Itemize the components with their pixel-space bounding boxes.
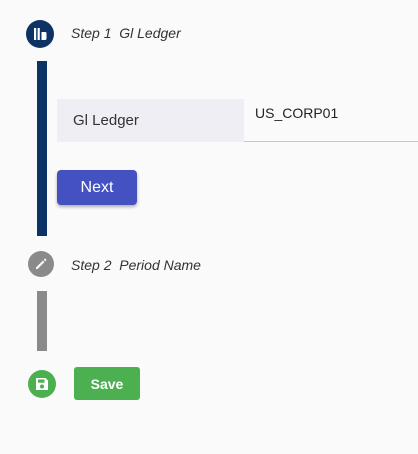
- gl-ledger-field[interactable]: US_CORP01: [244, 99, 418, 142]
- save-button[interactable]: Save: [74, 367, 140, 400]
- pencil-icon: [36, 258, 47, 269]
- ledger-icon: [34, 28, 47, 40]
- step1-title: Step 1 Gl Ledger: [71, 25, 181, 41]
- step1-rail: [37, 61, 47, 236]
- save-icon: [28, 370, 56, 398]
- floppy-icon: [36, 378, 48, 390]
- gl-ledger-label: Gl Ledger: [57, 99, 244, 142]
- step2-rail: [37, 291, 47, 351]
- next-button[interactable]: Next: [57, 170, 137, 205]
- step2-pencil-icon: [28, 251, 54, 277]
- step1-ledger-icon: [26, 20, 54, 48]
- step2-title: Step 2 Period Name: [71, 257, 201, 273]
